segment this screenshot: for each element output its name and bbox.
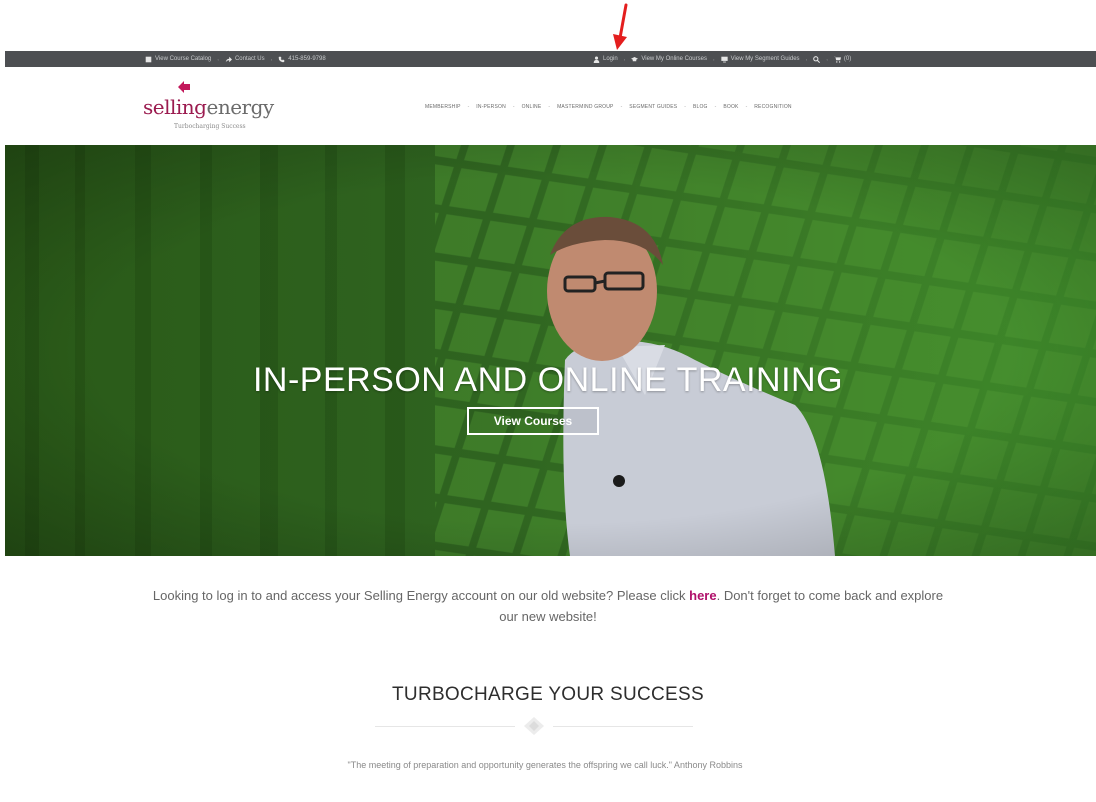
nav-blog[interactable]: BLOG [693, 104, 708, 110]
course-catalog-link[interactable]: View Course Catalog [145, 56, 211, 63]
logo-tagline: Turbocharging Success [174, 123, 246, 130]
nav-recognition[interactable]: RECOGNITION [754, 104, 791, 110]
notice-text-before: Looking to log in to and access your Sel… [152, 588, 690, 603]
site-header: sellingenergy Turbocharging Success MEMB… [5, 67, 1096, 145]
segment-guides-label: View My Segment Guides [730, 56, 800, 62]
old-website-link[interactable]: here [689, 588, 716, 603]
hero-title: IN-PERSON AND ONLINE TRAINING [252, 361, 844, 399]
nav-membership[interactable]: MEMBERSHIP [425, 104, 461, 110]
contact-label: Contact Us [234, 56, 265, 62]
login-link[interactable]: Login [593, 56, 618, 63]
cart-link[interactable]: (0) [833, 56, 852, 63]
hero-background-image [5, 145, 1096, 556]
cart-count: (0) [843, 56, 852, 62]
nav-online[interactable]: ONLINE [522, 104, 542, 110]
phone-icon [278, 56, 285, 62]
view-courses-button[interactable]: View Courses [467, 407, 599, 435]
graduation-cap-icon [631, 56, 639, 61]
monitor-icon [720, 56, 728, 62]
old-website-notice: Looking to log in to and access your Sel… [150, 585, 946, 627]
section-divider [375, 716, 693, 736]
main-navigation: MEMBERSHIP - IN-PERSON - ONLINE - MASTER… [425, 104, 792, 110]
logo-word-selling: selling [143, 95, 207, 119]
cart-icon [833, 56, 841, 63]
section-title: TURBOCHARGE YOUR SUCCESS [392, 684, 704, 705]
hero-banner [5, 145, 1096, 556]
site-logo[interactable]: sellingenergy Turbocharging Success [143, 79, 283, 139]
phone-link[interactable]: 415-859-9798 [278, 56, 326, 63]
online-courses-link[interactable]: View My Online Courses [631, 56, 707, 63]
online-courses-label: View My Online Courses [641, 56, 707, 62]
logo-wordmark: sellingenergy [143, 95, 274, 119]
quote-text: "The meeting of preparation and opportun… [347, 760, 743, 770]
nav-in-person[interactable]: IN-PERSON [476, 104, 506, 110]
diamond-icon [524, 717, 544, 735]
segment-guides-link[interactable]: View My Segment Guides [720, 56, 800, 63]
top-utility-bar: View Course Catalog , Contact Us , 415-8… [5, 51, 1096, 67]
phone-number: 415-859-9798 [288, 56, 326, 62]
share-icon [225, 56, 232, 62]
search-button[interactable] [813, 55, 821, 63]
search-icon [813, 55, 821, 63]
user-icon [593, 56, 600, 63]
book-icon [145, 56, 152, 62]
course-catalog-label: View Course Catalog [155, 56, 212, 62]
logo-word-energy: energy [206, 95, 274, 119]
contact-link[interactable]: Contact Us [225, 56, 265, 63]
logo-mark-icon [178, 81, 190, 93]
annotation-arrow [613, 3, 628, 50]
nav-segment-guides[interactable]: SEGMENT GUIDES [629, 104, 677, 110]
nav-book[interactable]: BOOK [723, 104, 738, 110]
login-label: Login [603, 56, 618, 62]
nav-mastermind-group[interactable]: MASTERMIND GROUP [557, 104, 614, 110]
